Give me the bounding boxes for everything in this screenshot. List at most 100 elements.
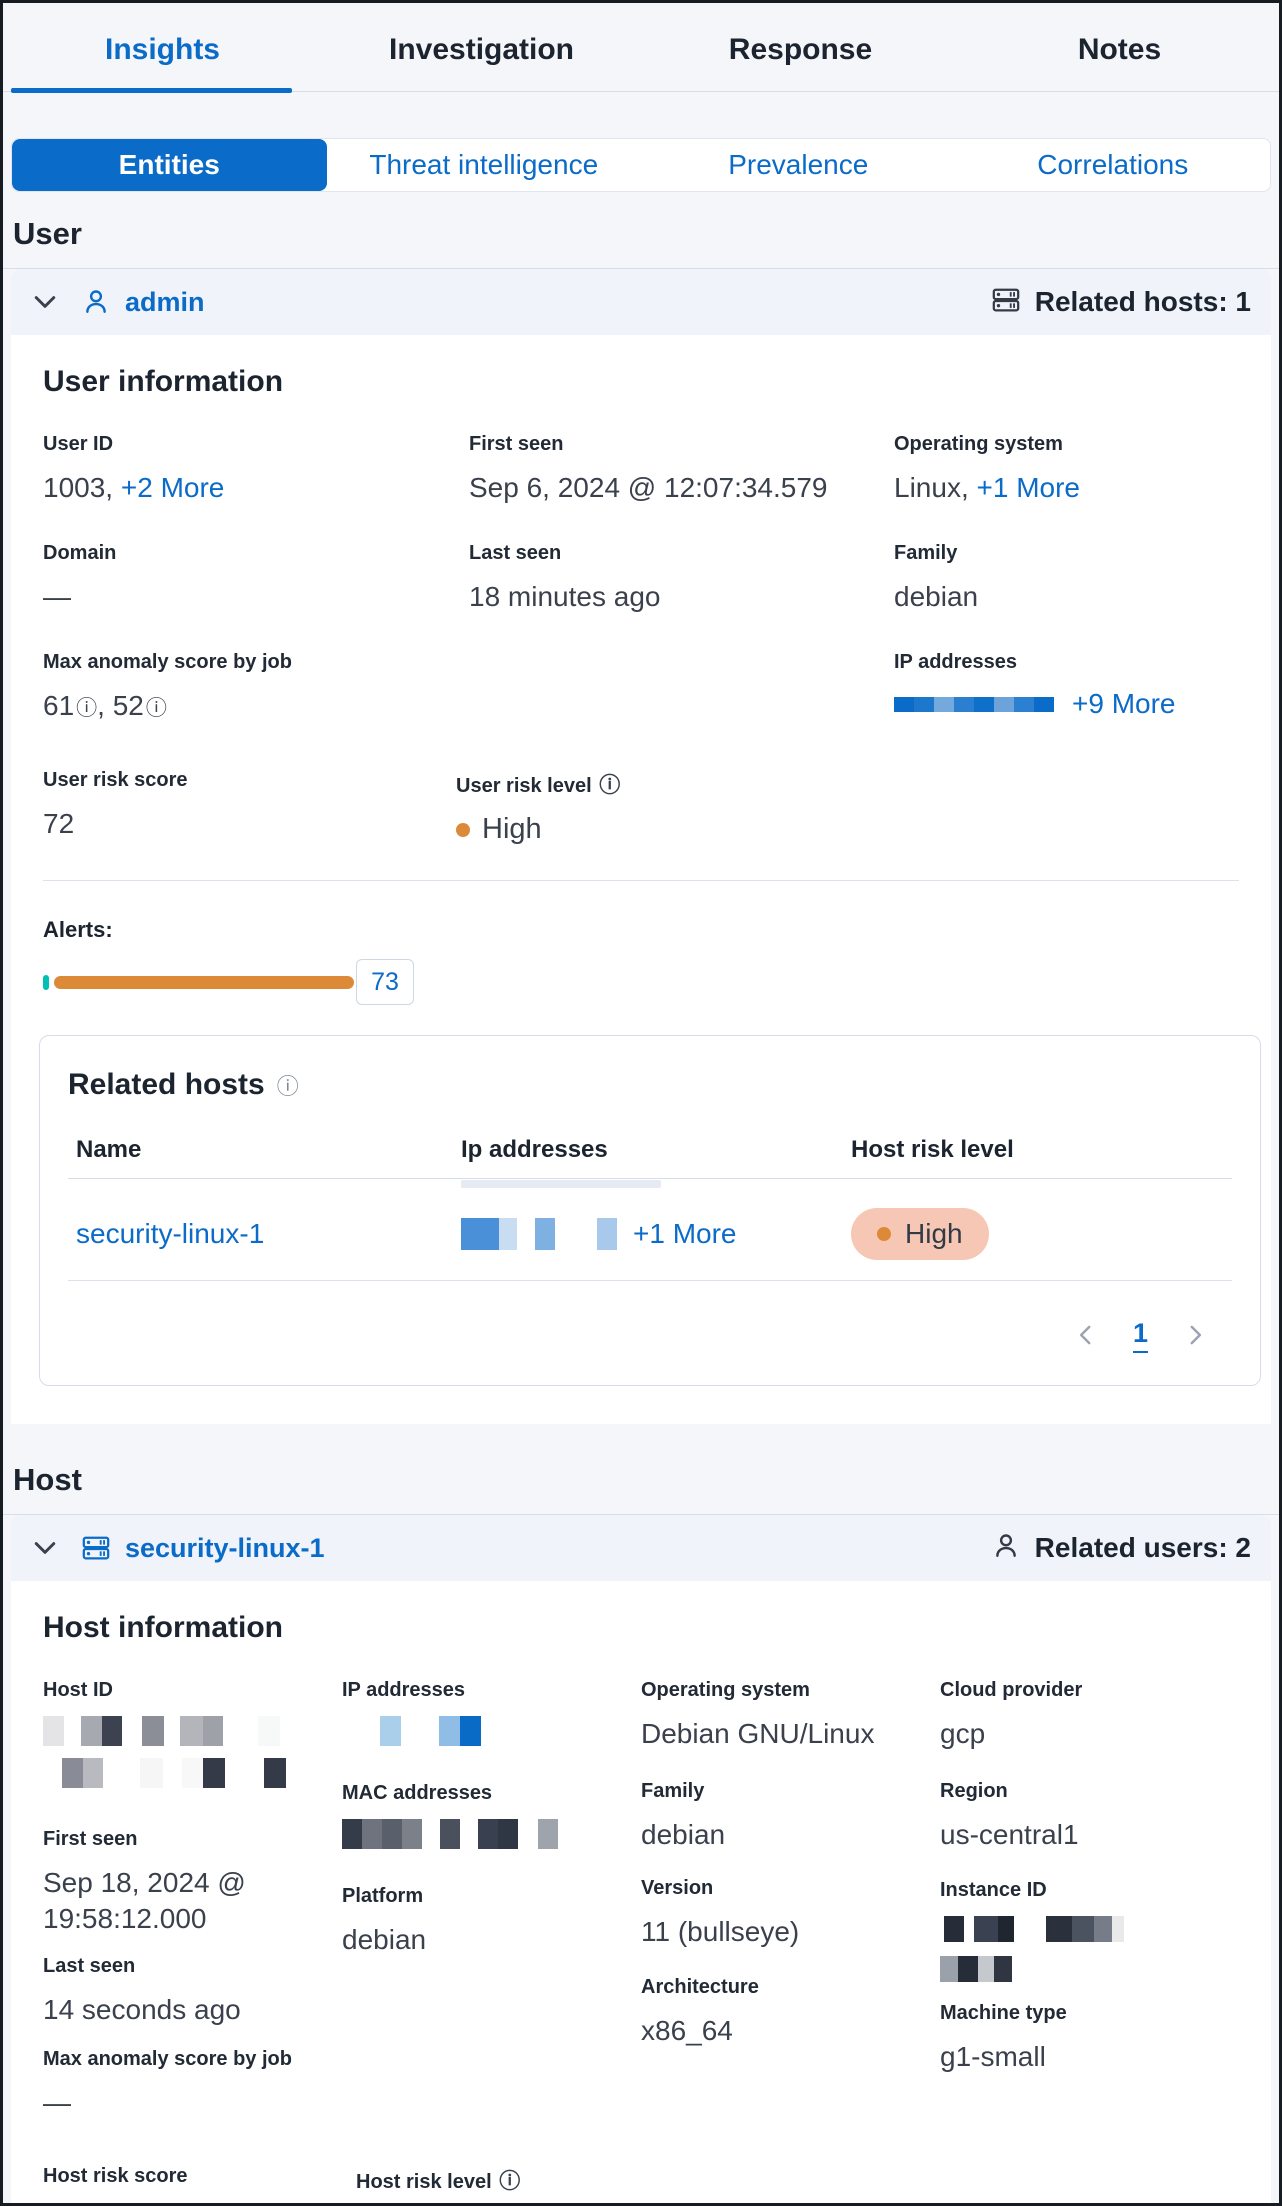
redacted-ip-blocks <box>380 1716 641 1746</box>
risk-high-dot <box>456 823 470 837</box>
subtab-entities[interactable]: Entities <box>12 139 327 191</box>
host-risk-row: Host risk score 72 Host risk level ⓘ Hig… <box>11 2165 1271 2206</box>
domain-value: — <box>43 579 469 615</box>
chevron-down-icon[interactable] <box>31 1534 59 1562</box>
field-last-seen: Last seen 18 minutes ago <box>469 542 894 615</box>
user-accordion-header[interactable]: admin Related hosts: 1 <box>11 269 1271 335</box>
user-accordion-body: User information User ID 1003, +2 More F… <box>11 335 1271 1424</box>
field-ip-addresses: IP addresses <box>342 1679 641 1746</box>
version-value: 11 (bullseye) <box>641 1914 940 1950</box>
field-first-seen: First seen Sep 6, 2024 @ 12:07:34.579 <box>469 433 894 506</box>
grid-spacer <box>469 651 894 727</box>
cloud-provider-value: gcp <box>940 1716 1239 1752</box>
user-information-grid: User ID 1003, +2 More First seen Sep 6, … <box>11 433 1271 727</box>
anomaly-score-2: 52 <box>113 690 144 721</box>
alerts-bar-green-segment <box>43 975 49 990</box>
column-header-ip-addresses: Ip addresses <box>461 1136 851 1164</box>
field-label: Host ID <box>43 1679 342 1702</box>
host-info-column-2: IP addresses MAC addresses Platform debi… <box>342 1679 641 1958</box>
field-label: First seen <box>43 1828 342 1851</box>
machine-type-value: g1-small <box>940 2039 1239 2075</box>
next-page-button[interactable] <box>1182 1322 1208 1348</box>
field-max-anomaly-score: Max anomaly score by job — <box>43 2048 342 2121</box>
risk-level-text: High <box>482 813 542 846</box>
field-label: Operating system <box>641 1679 940 1702</box>
field-label: Family <box>894 542 1239 565</box>
field-label: Last seen <box>43 1955 342 1978</box>
subtab-correlations[interactable]: Correlations <box>956 139 1271 191</box>
alerts-distribution: Alerts: 73 <box>11 917 1271 1005</box>
tab-response[interactable]: Response <box>641 13 960 91</box>
redacted-host-id-row <box>62 1758 342 1788</box>
first-seen-value: Sep 6, 2024 @ 12:07:34.579 <box>469 470 894 506</box>
user-risk-score-value: 72 <box>43 806 456 842</box>
host-entity-link[interactable]: security-linux-1 <box>125 1533 325 1564</box>
tab-response-label: Response <box>729 33 872 66</box>
field-label: MAC addresses <box>342 1782 641 1805</box>
related-hosts-title: Related hosts ⓘ <box>68 1068 1232 1102</box>
info-icon[interactable]: ⓘ <box>499 2170 520 2193</box>
field-host-id: Host ID <box>43 1679 342 1788</box>
info-icon[interactable]: ⓘ <box>76 697 97 720</box>
host-accordion-header[interactable]: security-linux-1 Related users: 2 <box>11 1515 1271 1581</box>
host-accordion-body: Host information Host ID First seen Sep … <box>11 1581 1271 2206</box>
info-icon[interactable]: ⓘ <box>146 697 167 720</box>
anomaly-score-value: — <box>43 2085 342 2121</box>
field-user-risk-score: User risk score 72 <box>43 769 456 846</box>
os-value: Debian GNU/Linux <box>641 1716 940 1752</box>
table-loading-bar <box>461 1180 661 1188</box>
field-label: Machine type <box>940 2002 1239 2025</box>
tab-insights[interactable]: Insights <box>3 13 322 91</box>
host-section-title: Host <box>3 1438 1279 1515</box>
redacted-mac-blocks <box>342 1819 641 1849</box>
anomaly-scores-value: 61ⓘ, 52ⓘ <box>43 688 469 727</box>
user-accordion: admin Related hosts: 1 User information <box>11 269 1271 1424</box>
subtab-entities-label: Entities <box>119 149 220 181</box>
field-label: Architecture <box>641 1976 940 1999</box>
subtab-prevalence[interactable]: Prevalence <box>641 139 956 191</box>
column-header-host-risk-level: Host risk level <box>851 1136 1224 1164</box>
field-label: Cloud provider <box>940 1679 1239 1702</box>
last-seen-value: 18 minutes ago <box>469 579 894 615</box>
field-operating-system: Operating system Debian GNU/Linux <box>641 1679 940 1752</box>
field-max-anomaly-score: Max anomaly score by job 61ⓘ, 52ⓘ <box>43 651 469 727</box>
table-row: security-linux-1 +1 More High <box>68 1188 1232 1281</box>
region-value: us-central1 <box>940 1817 1239 1853</box>
first-seen-value: Sep 18, 2024 @ 19:58:12.000 <box>43 1865 333 1937</box>
row-ip-more-link[interactable]: +1 More <box>633 1218 737 1250</box>
page-number-1[interactable]: 1 <box>1133 1318 1148 1353</box>
os-more-link[interactable]: +1 More <box>977 472 1081 503</box>
subtab-threat-intelligence[interactable]: Threat intelligence <box>327 139 642 191</box>
tab-investigation[interactable]: Investigation <box>322 13 641 91</box>
subtab-correlations-label: Correlations <box>1037 149 1188 181</box>
user-id-more-link[interactable]: +2 More <box>121 472 225 503</box>
redacted-instance-id-row <box>944 1916 1239 1942</box>
field-label: User risk level ⓘ <box>456 769 1239 799</box>
field-platform: Platform debian <box>342 1885 641 1958</box>
host-name-link[interactable]: security-linux-1 <box>76 1218 264 1249</box>
info-icon[interactable]: ⓘ <box>277 1069 299 1101</box>
ip-more-link[interactable]: +9 More <box>1072 688 1176 720</box>
risk-level-label: Host risk level <box>356 2171 492 2193</box>
field-label: Version <box>641 1877 940 1900</box>
host-info-column-4: Cloud provider gcp Region us-central1 In… <box>940 1679 1239 2075</box>
risk-high-dot <box>877 1227 891 1241</box>
field-family: Family debian <box>641 1780 940 1853</box>
subtab-threat-intelligence-label: Threat intelligence <box>369 149 598 181</box>
info-icon[interactable]: ⓘ <box>599 774 620 797</box>
field-label: IP addresses <box>342 1679 641 1702</box>
tab-insights-label: Insights <box>105 33 220 66</box>
pagination: 1 <box>68 1309 1232 1361</box>
separator: , <box>97 690 113 721</box>
field-version: Version 11 (bullseye) <box>641 1877 940 1950</box>
related-hosts-count: Related hosts: 1 <box>1035 286 1251 318</box>
storage-icon <box>991 285 1021 320</box>
chevron-down-icon[interactable] <box>31 288 59 316</box>
tab-notes[interactable]: Notes <box>960 13 1279 91</box>
field-label: Instance ID <box>940 1879 1239 1902</box>
field-value: Linux, +1 More <box>894 470 1239 506</box>
redacted-host-id-row <box>43 1716 342 1746</box>
user-entity-link[interactable]: admin <box>125 287 205 318</box>
alerts-label: Alerts: <box>43 917 1239 943</box>
previous-page-button[interactable] <box>1073 1322 1099 1348</box>
